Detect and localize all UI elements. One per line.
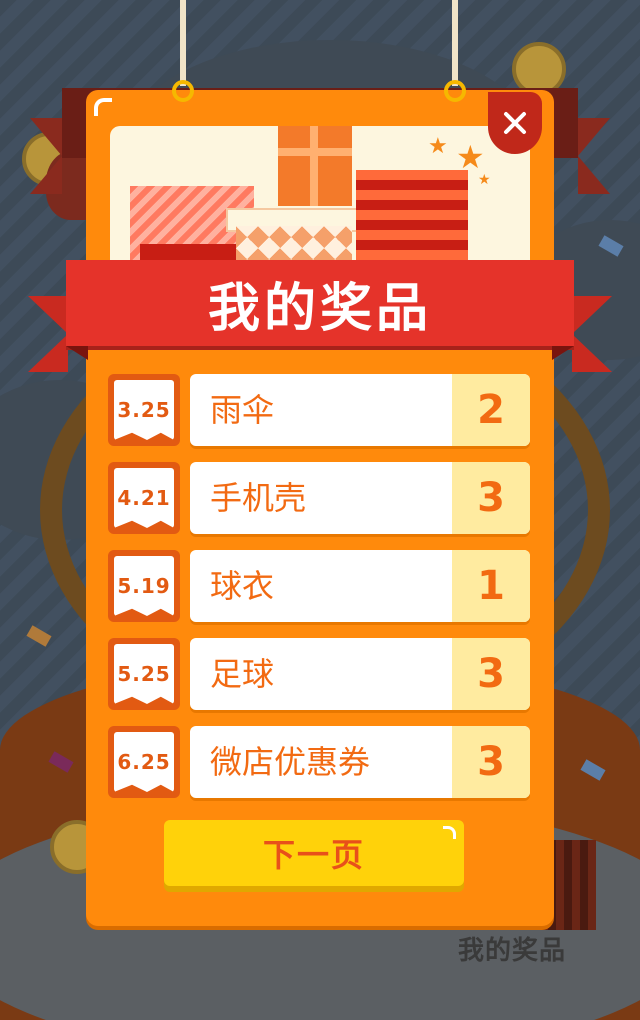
calendar-icon: 6.25 — [108, 726, 180, 798]
confetti — [26, 625, 52, 647]
prize-item: 雨伞 2 — [190, 374, 530, 446]
ribbon-tail — [30, 118, 62, 194]
gift-ribbon-vertical — [310, 126, 318, 206]
title-ribbon-tail — [28, 296, 68, 372]
button-corner-highlight — [443, 826, 456, 839]
prize-count: 3 — [452, 638, 530, 710]
title-ribbon-fold — [66, 346, 88, 360]
prize-date: 6.25 — [114, 732, 174, 792]
close-button[interactable] — [488, 92, 542, 154]
prize-count: 3 — [452, 462, 530, 534]
hanging-ring — [444, 80, 466, 102]
prize-name: 手机壳 — [210, 479, 307, 517]
prize-item: 球衣 1 — [190, 550, 530, 622]
prize-count: 1 — [452, 550, 530, 622]
star-icon: ★ — [428, 134, 448, 159]
prize-row: 5.25 足球 3 — [108, 638, 532, 712]
prize-row: 3.25 雨伞 2 — [108, 374, 532, 448]
prize-name: 雨伞 — [210, 391, 275, 429]
star-icon: ★ — [478, 172, 491, 188]
background-caption: 我的奖品 — [458, 936, 567, 966]
next-page-label: 下一页 — [262, 836, 365, 874]
prize-name: 足球 — [210, 655, 275, 693]
hanging-string — [180, 0, 186, 86]
prize-name: 球衣 — [210, 567, 275, 605]
prize-count: 3 — [452, 726, 530, 798]
prize-row: 4.21 手机壳 3 — [108, 462, 532, 536]
prize-item: 微店优惠券 3 — [190, 726, 530, 798]
calendar-icon: 5.19 — [108, 550, 180, 622]
card-corner-highlight — [94, 98, 112, 116]
calendar-icon: 4.21 — [108, 462, 180, 534]
gift-ribbon-horizontal — [278, 148, 352, 156]
next-page-button[interactable]: 下一页 — [164, 820, 464, 886]
calendar-icon: 3.25 — [108, 374, 180, 446]
prize-date: 3.25 — [114, 380, 174, 440]
prize-row: 6.25 微店优惠券 3 — [108, 726, 532, 800]
prize-count: 2 — [452, 374, 530, 446]
prize-date: 5.19 — [114, 556, 174, 616]
hanging-string — [452, 0, 458, 86]
ribbon-tail — [578, 118, 610, 194]
prize-date: 5.25 — [114, 644, 174, 704]
star-icon: ★ — [456, 138, 485, 176]
dialog-title: 我的奖品 — [207, 278, 432, 339]
prize-row: 5.19 球衣 1 — [108, 550, 532, 624]
hanging-ring — [172, 80, 194, 102]
prize-name: 微店优惠券 — [210, 743, 371, 781]
calendar-icon: 5.25 — [108, 638, 180, 710]
close-icon — [504, 112, 526, 134]
title-ribbon-fold — [552, 346, 574, 360]
title-ribbon-tail — [572, 296, 612, 372]
prize-date: 4.21 — [114, 468, 174, 528]
prize-item: 足球 3 — [190, 638, 530, 710]
prize-item: 手机壳 3 — [190, 462, 530, 534]
